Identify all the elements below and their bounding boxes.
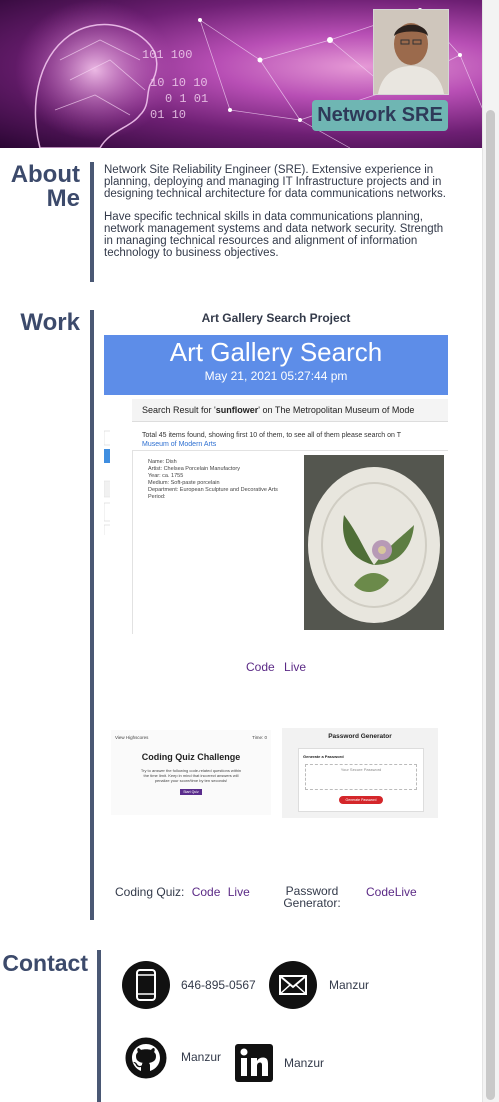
about-heading: About Me	[10, 163, 80, 211]
quiz-label: Coding Quiz:	[115, 885, 185, 899]
quiz-live-link[interactable]: Live	[228, 885, 250, 899]
meta-line: Department: European Sculpture and Decor…	[148, 487, 278, 493]
search-result-prefix: Search Result for '	[142, 405, 216, 415]
binary-text: 101 100 10 10 10 0 1 01 01 10	[142, 48, 208, 122]
search-result-suffix: ' on The Metropolitan Museum of Mode	[258, 405, 415, 415]
scrollbar-thumb[interactable]	[486, 110, 495, 1100]
about-heading-line: About	[10, 161, 80, 188]
mail-icon[interactable]	[268, 960, 318, 1015]
screenshot-app-title: Art Gallery Search	[169, 337, 383, 367]
project-title: Art Gallery Search Project	[201, 311, 351, 325]
profile-avatar	[373, 9, 449, 95]
about-divider	[90, 162, 94, 282]
search-term: sunflower	[215, 405, 259, 415]
featured-code-link[interactable]: Code	[246, 660, 275, 674]
screenshot-meta: Name: Dish Artist: Chelsea Porcelain Man…	[148, 459, 278, 501]
pw-output: Your Secure Password	[305, 764, 417, 790]
quiz-view-highscores: View Highscores	[115, 735, 149, 740]
binary-line: 10 10 10	[150, 76, 208, 90]
page-scrollbar[interactable]	[482, 0, 499, 1102]
linkedin-icon[interactable]	[235, 1044, 273, 1087]
featured-links: Code Live	[246, 660, 306, 674]
password-live-link[interactable]: Live	[395, 885, 417, 899]
screenshot-banner: Art Gallery Search May 21, 2021 05:27:44…	[104, 335, 448, 395]
github-label[interactable]: Manzur	[181, 1050, 221, 1064]
contact-heading: Contact	[2, 950, 88, 976]
screenshot-found-text: Total 45 items found, showing first 10 o…	[142, 431, 448, 449]
quiz-code-link[interactable]: Code	[192, 885, 221, 899]
binary-line: 101 100	[142, 48, 192, 62]
brand-badge: Network SRE	[312, 100, 448, 131]
pw-generate-button: Generate Password	[339, 796, 383, 804]
phone-icon[interactable]	[121, 960, 171, 1015]
pw-card: Generate a Password Your Secure Password…	[298, 748, 424, 812]
linkedin-label[interactable]: Manzur	[284, 1056, 324, 1070]
screenshot-search-result: Search Result for 'sunflower' on The Met…	[132, 399, 448, 422]
meta-line: Year: ca. 1755	[148, 473, 184, 479]
screenshot-date: May 21, 2021 05:27:44 pm	[204, 369, 348, 383]
featured-live-link[interactable]: Live	[284, 660, 306, 674]
pw-subtitle: Generate a Password	[303, 754, 344, 759]
work-divider	[90, 310, 94, 920]
quiz-title: Coding Quiz Challenge	[141, 752, 241, 762]
password-links: CodeLive	[366, 885, 417, 899]
about-heading-line: Me	[46, 185, 80, 212]
quiz-description: Try to answer the following code-related…	[140, 768, 242, 783]
found-count: Total 45 items found, showing first 10 o…	[142, 432, 402, 439]
coding-quiz-screenshot[interactable]: View Highscores Time: 0 Coding Quiz Chal…	[111, 730, 271, 815]
binary-line: 0 1 01	[165, 92, 208, 106]
meta-line: Medium: Soft-paste porcelain	[148, 480, 220, 486]
phone-number: 646-895-0567	[181, 978, 256, 992]
password-code-link[interactable]: Code	[366, 885, 395, 899]
work-heading: Work	[20, 309, 80, 336]
meta-line: Period:	[148, 494, 166, 500]
pw-title: Password Generator	[328, 733, 392, 740]
about-paragraph: Network Site Reliability Engineer (SRE).…	[104, 164, 446, 200]
password-label-line: Generator:	[283, 896, 341, 910]
contact-divider	[97, 950, 101, 1102]
porcelain-plate-image	[304, 455, 444, 630]
password-label: Password Generator:	[282, 885, 342, 909]
password-generator-screenshot[interactable]: Password Generator Generate a Password Y…	[282, 728, 438, 818]
art-gallery-screenshot[interactable]: Art Gallery Search May 21, 2021 05:27:44…	[104, 335, 448, 634]
quiz-links: Coding Quiz: Code Live	[115, 885, 250, 899]
email-label[interactable]: Manzur	[329, 978, 369, 992]
found-link: Museum of Modern Arts	[142, 441, 217, 448]
binary-line: 01 10	[150, 108, 186, 122]
meta-line: Artist: Chelsea Porcelain Manufactory	[148, 466, 241, 472]
meta-line: Name: Dish	[148, 459, 177, 465]
hero-banner: 101 100 10 10 10 0 1 01 01 10 Network SR…	[0, 0, 483, 148]
about-text: Network Site Reliability Engineer (SRE).…	[104, 164, 450, 270]
about-paragraph: Have specific technical skills in data c…	[104, 211, 444, 259]
screenshot-sidebar-fragment	[104, 430, 110, 535]
person-icon	[374, 10, 448, 94]
quiz-start-button: Start Quiz	[180, 789, 202, 795]
github-icon[interactable]	[124, 1036, 168, 1085]
quiz-timer: Time: 0	[252, 735, 267, 740]
